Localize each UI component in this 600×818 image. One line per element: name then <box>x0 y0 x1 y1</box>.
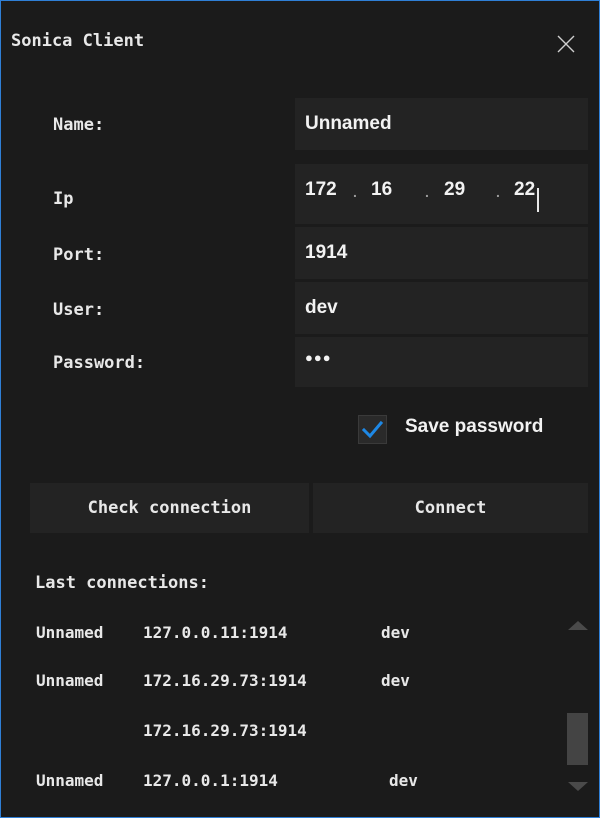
name-value: Unnamed <box>305 113 392 134</box>
list-item[interactable]: 172.16.29.73:1914 <box>1 711 561 751</box>
window-title: Sonica Client <box>11 31 145 51</box>
save-password-label: Save password <box>405 416 544 437</box>
user-value: dev <box>305 297 338 318</box>
last-connections-title: Last connections: <box>35 573 209 593</box>
scrollbar-thumb[interactable] <box>567 713 588 765</box>
ip-octet-1[interactable]: 172 <box>295 164 355 224</box>
text-caret <box>537 188 539 212</box>
connection-address: 127.0.0.11:1914 <box>143 623 288 642</box>
save-password-checkbox[interactable] <box>358 415 387 444</box>
connect-button[interactable]: Connect <box>313 483 588 533</box>
password-value: ●●● <box>305 350 332 365</box>
ip-label: Ip <box>53 189 74 209</box>
ip-separator: . <box>425 184 429 200</box>
save-password-checkbox-row[interactable]: Save password <box>358 411 588 444</box>
connection-address: 172.16.29.73:1914 <box>143 721 307 740</box>
list-item[interactable]: Unnamed 172.16.29.73:1914 dev <box>1 661 561 701</box>
connection-name: Unnamed <box>36 771 104 790</box>
name-label: Name: <box>53 115 105 135</box>
scroll-down-arrow-icon[interactable] <box>566 781 590 793</box>
ip-separator: . <box>496 184 500 200</box>
scroll-up-arrow-icon[interactable] <box>566 619 590 631</box>
connection-name: Unnamed <box>36 623 104 642</box>
user-field[interactable]: dev <box>295 282 588 334</box>
list-item[interactable]: Unnamed 127.0.0.1:1914 dev <box>1 761 561 801</box>
ip-octet-4[interactable]: 22 <box>509 164 569 224</box>
sonica-client-window: Sonica Client Name: Unnamed Ip 172 . 16 … <box>0 0 600 818</box>
user-label: User: <box>53 300 105 320</box>
password-field[interactable]: ●●● <box>295 337 588 387</box>
connection-user: dev <box>381 671 410 690</box>
connection-name: Unnamed <box>36 671 104 690</box>
checkmark-icon <box>361 420 384 439</box>
ip-field[interactable]: 172 . 16 . 29 . 22 <box>295 164 588 224</box>
close-icon[interactable] <box>556 34 576 54</box>
password-label: Password: <box>53 353 146 373</box>
check-connection-button[interactable]: Check connection <box>30 483 309 533</box>
port-field[interactable]: 1914 <box>295 227 588 279</box>
connection-address: 172.16.29.73:1914 <box>143 671 307 690</box>
ip-octet-2[interactable]: 16 <box>365 164 425 224</box>
list-item[interactable]: Unnamed 127.0.0.11:1914 dev <box>1 613 561 653</box>
name-field[interactable]: Unnamed <box>295 98 588 150</box>
port-value: 1914 <box>305 242 348 263</box>
connection-address: 127.0.0.1:1914 <box>143 771 278 790</box>
port-label: Port: <box>53 245 105 265</box>
connection-user: dev <box>381 623 410 642</box>
connection-user: dev <box>389 771 418 790</box>
ip-octet-3[interactable]: 29 <box>438 164 488 224</box>
ip-separator: . <box>353 184 357 200</box>
